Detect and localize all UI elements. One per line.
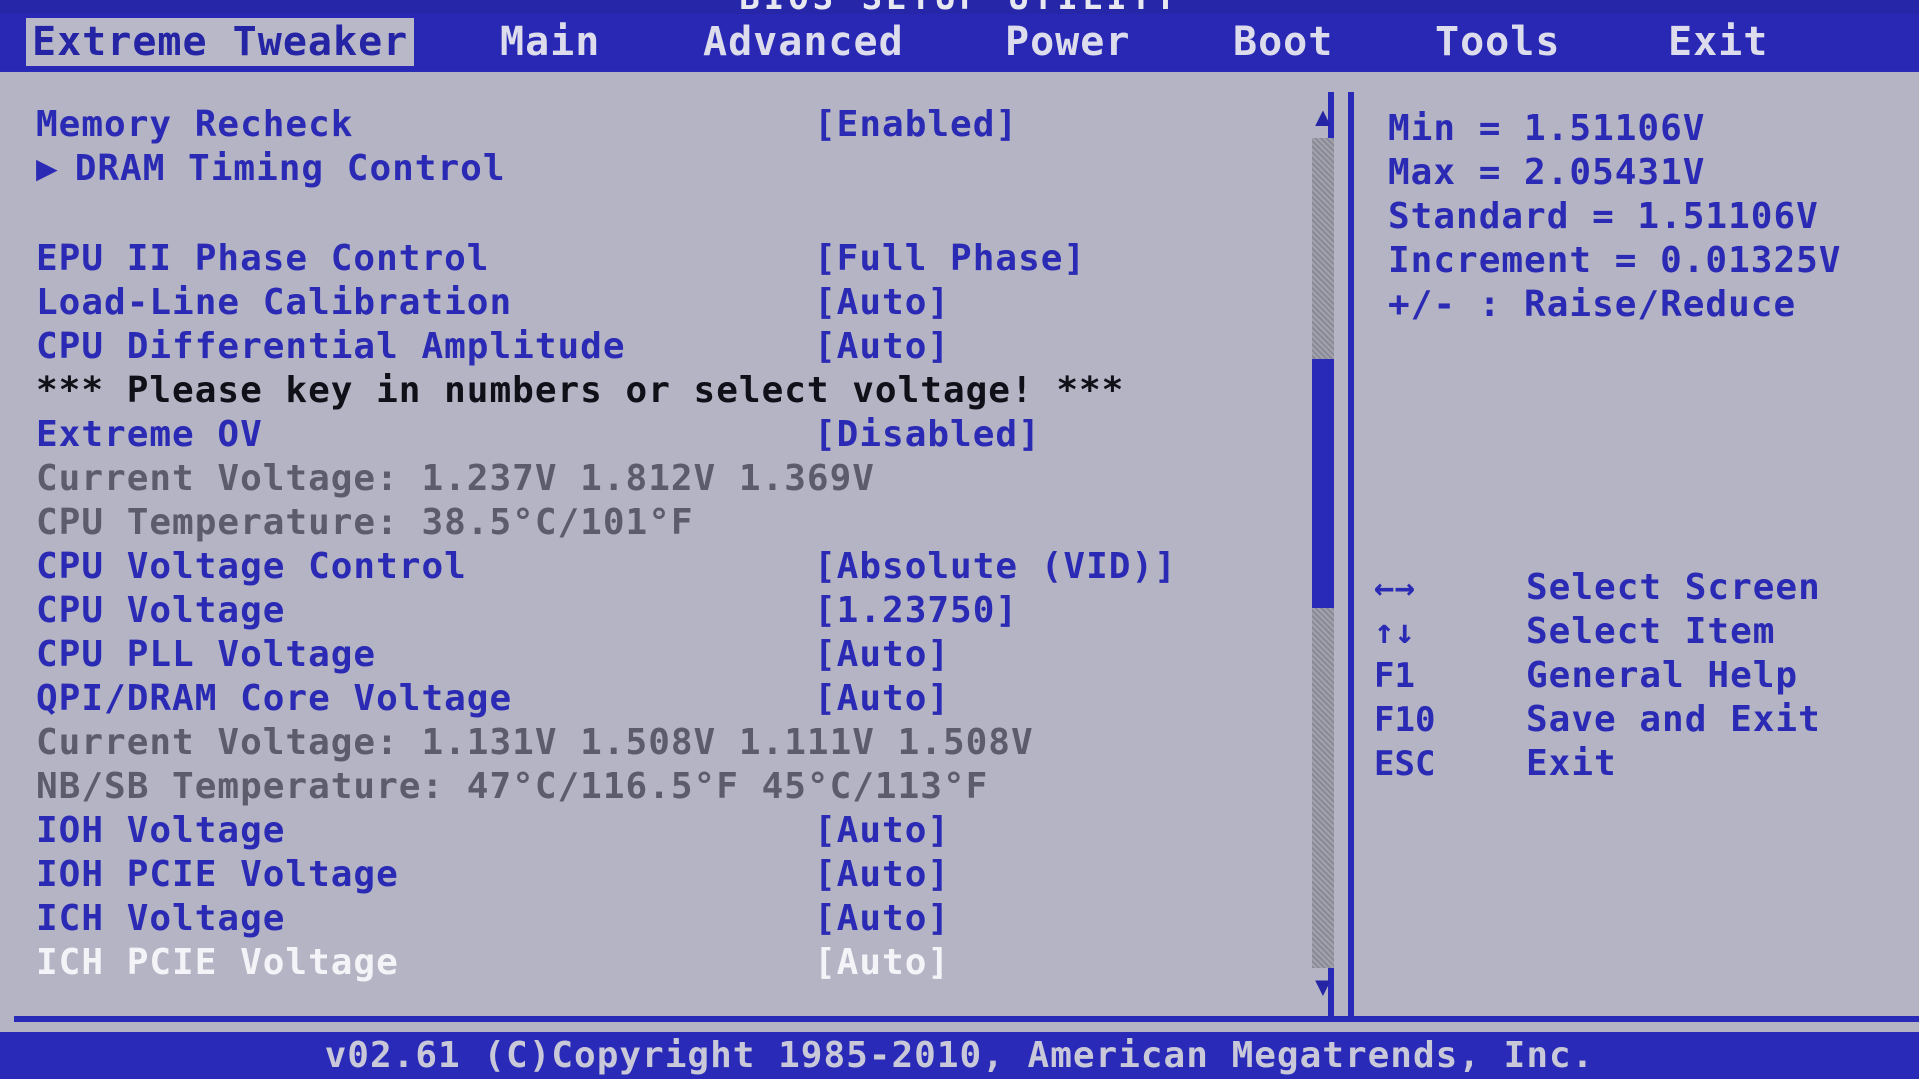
setting-label: DRAM Timing Control — [74, 148, 506, 189]
help-increment: Increment = 0.01325V — [1388, 240, 1842, 281]
info-text: CPU Temperature: 38.5°C/101°F — [36, 502, 694, 543]
help-standard: Standard = 1.51106V — [1388, 196, 1819, 237]
setting-value-memory-recheck[interactable]: [Enabled] — [814, 104, 1018, 146]
setting-value-ich-voltage[interactable]: [Auto] — [814, 898, 950, 940]
setting-label: CPU Differential Amplitude — [36, 326, 626, 367]
key-up-down-icon: ↑↓ — [1374, 612, 1415, 652]
tab-extreme-tweaker[interactable]: Extreme Tweaker — [26, 18, 415, 66]
setting-label: Memory Recheck — [36, 104, 354, 145]
menu-bar: Extreme Tweaker Main Advanced Power Boot… — [0, 14, 1919, 70]
info-current-voltage-1: Current Voltage: 1.237V 1.812V 1.369V — [36, 458, 875, 500]
key-desc-select-item: Select Item — [1526, 611, 1776, 652]
setting-label: EPU II Phase Control — [36, 238, 490, 279]
title-strip: BIOS SETUP UTILITY — [0, 0, 1919, 14]
info-current-voltage-2: Current Voltage: 1.131V 1.508V 1.111V 1.… — [36, 722, 1034, 764]
setting-label: ICH Voltage — [36, 898, 286, 939]
setting-value-ioh-pcie-voltage[interactable]: [Auto] — [814, 854, 950, 896]
setting-memory-recheck[interactable]: Memory Recheck — [36, 104, 353, 146]
scroll-down-arrow-icon[interactable]: ▼ — [1308, 972, 1338, 1002]
info-text: NB/SB Temperature: 47°C/116.5°F 45°C/113… — [36, 766, 989, 807]
key-esc: ESC — [1374, 744, 1436, 784]
main-panel: Memory Recheck [Enabled] ▶ DRAM Timing Co… — [0, 72, 1919, 1032]
bios-title: BIOS SETUP UTILITY — [0, 0, 1919, 14]
setting-label: IOH Voltage — [36, 810, 286, 851]
setting-label: IOH PCIE Voltage — [36, 854, 399, 895]
help-pane: Min = 1.51106V Max = 2.05431V Standard =… — [1348, 92, 1919, 1016]
tab-tools[interactable]: Tools — [1435, 18, 1560, 66]
setting-label: Extreme OV — [36, 414, 263, 455]
note-text: *** Please key in numbers or select volt… — [36, 370, 1125, 411]
tab-exit[interactable]: Exit — [1668, 18, 1768, 66]
setting-epu-phase[interactable]: EPU II Phase Control — [36, 238, 489, 280]
setting-label: QPI/DRAM Core Voltage — [36, 678, 513, 719]
scroll-thumb[interactable] — [1312, 359, 1334, 608]
key-desc-general-help: General Help — [1526, 655, 1799, 696]
submenu-dram-timing[interactable]: ▶ DRAM Timing Control — [36, 148, 506, 190]
voltage-note: *** Please key in numbers or select volt… — [36, 370, 1124, 412]
copyright-text: v02.61 (C)Copyright 1985-2010, American … — [324, 1035, 1595, 1076]
panel-divider — [14, 1016, 1919, 1022]
setting-load-line[interactable]: Load-Line Calibration — [36, 282, 512, 324]
setting-value-ioh-voltage[interactable]: [Auto] — [814, 810, 950, 852]
setting-value-cpu-pll-voltage[interactable]: [Auto] — [814, 634, 950, 676]
setting-value-ich-pcie-voltage[interactable]: [Auto] — [814, 942, 950, 984]
setting-value-extreme-ov[interactable]: [Disabled] — [814, 414, 1041, 456]
key-desc-exit: Exit — [1526, 743, 1617, 784]
tab-boot[interactable]: Boot — [1233, 18, 1333, 66]
setting-value-epu-phase[interactable]: [Full Phase] — [814, 238, 1086, 280]
setting-cpu-voltage[interactable]: CPU Voltage — [36, 590, 285, 632]
setting-value-cpu-voltage-control[interactable]: [Absolute (VID)] — [814, 546, 1177, 588]
setting-label: Load-Line Calibration — [36, 282, 513, 323]
info-text: Current Voltage: 1.131V 1.508V 1.111V 1.… — [36, 722, 1034, 763]
setting-label: CPU Voltage — [36, 590, 286, 631]
setting-value-load-line[interactable]: [Auto] — [814, 282, 950, 324]
setting-extreme-ov[interactable]: Extreme OV — [36, 414, 263, 456]
info-nbsb-temperature: NB/SB Temperature: 47°C/116.5°F 45°C/113… — [36, 766, 988, 808]
setting-qpi-dram-voltage[interactable]: QPI/DRAM Core Voltage — [36, 678, 512, 720]
tab-advanced[interactable]: Advanced — [703, 18, 904, 66]
settings-pane: Memory Recheck [Enabled] ▶ DRAM Timing Co… — [14, 92, 1334, 1016]
key-desc-save-exit: Save and Exit — [1526, 699, 1821, 740]
setting-label-selected: ICH PCIE Voltage — [36, 942, 399, 983]
info-text: Current Voltage: 1.237V 1.812V 1.369V — [36, 458, 875, 499]
tab-main[interactable]: Main — [500, 18, 600, 66]
setting-label: CPU PLL Voltage — [36, 634, 377, 675]
help-min: Min = 1.51106V — [1388, 108, 1706, 149]
setting-label: CPU Voltage Control — [36, 546, 467, 587]
footer: v02.61 (C)Copyright 1985-2010, American … — [0, 1032, 1919, 1079]
scrollbar[interactable]: ▲ ▼ — [1308, 102, 1338, 1002]
key-f10: F10 — [1374, 700, 1436, 740]
setting-ich-pcie-voltage[interactable]: ICH PCIE Voltage — [36, 942, 399, 984]
setting-ioh-pcie-voltage[interactable]: IOH PCIE Voltage — [36, 854, 399, 896]
tab-power[interactable]: Power — [1005, 18, 1130, 66]
setting-value-cpu-diff-amp[interactable]: [Auto] — [814, 326, 950, 368]
help-max: Max = 2.05431V — [1388, 152, 1706, 193]
setting-value-cpu-voltage[interactable]: [1.23750] — [814, 590, 1018, 632]
setting-value-qpi-dram-voltage[interactable]: [Auto] — [814, 678, 950, 720]
setting-ioh-voltage[interactable]: IOH Voltage — [36, 810, 285, 852]
setting-cpu-voltage-control[interactable]: CPU Voltage Control — [36, 546, 467, 588]
setting-cpu-diff-amp[interactable]: CPU Differential Amplitude — [36, 326, 626, 368]
key-left-right-icon: ←→ — [1374, 568, 1415, 608]
setting-cpu-pll-voltage[interactable]: CPU PLL Voltage — [36, 634, 376, 676]
key-desc-select-screen: Select Screen — [1526, 567, 1821, 608]
submenu-arrow-icon: ▶ — [36, 148, 59, 189]
setting-ich-voltage[interactable]: ICH Voltage — [36, 898, 285, 940]
info-cpu-temperature: CPU Temperature: 38.5°C/101°F — [36, 502, 694, 544]
key-f1: F1 — [1374, 656, 1415, 696]
scroll-up-arrow-icon[interactable]: ▲ — [1308, 102, 1338, 132]
help-raise-reduce: +/- : Raise/Reduce — [1388, 284, 1797, 325]
